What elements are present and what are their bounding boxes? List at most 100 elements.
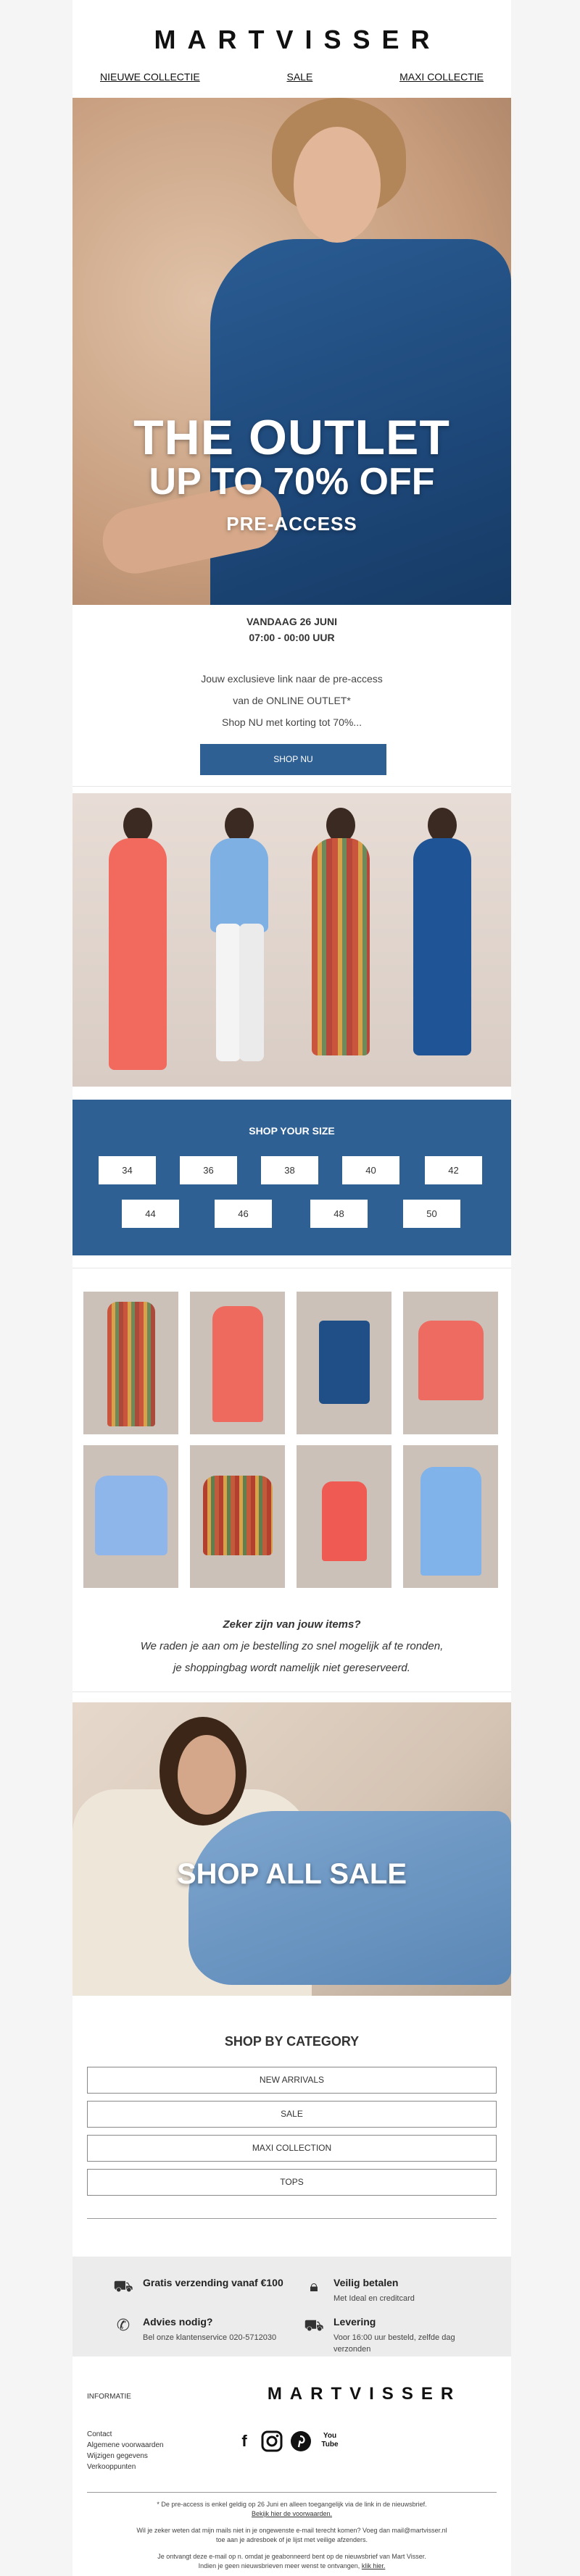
model-outfit (312, 838, 370, 1055)
shop-all-sale-label: SHOP ALL SALE (176, 1858, 407, 1890)
product-tile[interactable] (190, 1292, 285, 1434)
product-tile[interactable] (297, 1445, 392, 1588)
hero-subtitle: UP TO 70% OFF (149, 461, 435, 503)
model-head (225, 808, 254, 842)
size-title: SHOP YOUR SIZE (249, 1125, 335, 1137)
notice-question: Zeker zijn van jouw items? (223, 1618, 361, 1631)
reservation-notice: Zeker zijn van jouw items? We raden je a… (72, 1614, 511, 1679)
category-title: SHOP BY CATEGORY (224, 2034, 360, 2049)
unsubscribe-link[interactable]: klik hier. (362, 2562, 386, 2569)
size-button-42[interactable]: 42 (425, 1156, 482, 1184)
legal-preaccess: * De pre-access is enkel geldig op 26 Ju… (157, 2501, 427, 2508)
model-blue-shirt (203, 808, 276, 1076)
notice-line: We raden je aan om je bestelling zo snel… (140, 1640, 444, 1652)
product-tile[interactable] (190, 1445, 285, 1588)
phone-icon: ✆ (116, 2316, 130, 2334)
blue-shirt-dress-product (420, 1467, 481, 1576)
footer-divider (87, 2492, 497, 2493)
intro-line: van de ONLINE OUTLET* (233, 695, 351, 706)
footer-link-terms[interactable]: Algemene voorwaarden (87, 2440, 164, 2451)
hero-title: THE OUTLET (133, 410, 450, 465)
model-outfit (413, 838, 471, 1055)
size-button-36[interactable]: 36 (180, 1156, 237, 1184)
size-button-44[interactable]: 44 (122, 1200, 179, 1228)
usp-subtitle: Voor 16:00 uur besteld, zelfde dag verzo… (334, 2333, 455, 2354)
footer-link-contact[interactable]: Contact (87, 2429, 164, 2440)
product-tile[interactable] (403, 1445, 498, 1588)
product-tile[interactable] (83, 1445, 178, 1588)
model-head (428, 808, 457, 842)
top-nav: NIEUWE COLLECTIE SALE MAXI COLLECTIE (72, 71, 511, 88)
model-face (178, 1735, 236, 1815)
delivery-icon: ⛟ (304, 2316, 324, 2334)
model-blue-dress (406, 808, 478, 1076)
size-button-38[interactable]: 38 (261, 1156, 318, 1184)
size-button-50[interactable]: 50 (403, 1200, 460, 1228)
category-maxi-collection[interactable]: MAXI COLLECTION (87, 2135, 497, 2162)
legal-safe-sender-2: toe aan je adresboek of je lijst met vei… (215, 2536, 368, 2543)
footer-label: INFORMATIE (87, 2393, 131, 2401)
red-top-product (321, 1481, 367, 1561)
footer-link-stores[interactable]: Verkooppunten (87, 2462, 164, 2472)
usp-title: Levering (334, 2316, 376, 2328)
nav-sale[interactable]: SALE (286, 71, 312, 88)
event-date: VANDAAG 26 JUNI (246, 616, 337, 627)
product-tile[interactable] (297, 1292, 392, 1434)
truck-icon: ⛟ (113, 2277, 133, 2295)
youtube-icon[interactable]: You Tube (318, 2429, 342, 2454)
hero-tag: PRE-ACCESS (226, 513, 357, 535)
model-striped-dress (304, 808, 377, 1076)
divider (87, 2218, 497, 2219)
divider (72, 1691, 511, 1692)
usp-title: Gratis verzending vanaf €100 (143, 2277, 283, 2288)
event-intro: Jouw exclusieve link naar de pre-access … (72, 668, 511, 733)
blue-blouse-product (94, 1476, 167, 1555)
intro-line: Shop NU met korting tot 70%... (222, 716, 362, 728)
nav-maxi-collection[interactable]: MAXI COLLECTIE (399, 71, 484, 88)
model-leg (216, 924, 241, 1061)
terms-link[interactable]: Bekijk hier de voorwaarden. (252, 2510, 332, 2517)
footer-links: Contact Algemene voorwaarden Wijzigen ge… (87, 2429, 164, 2472)
footer-link-edit-details[interactable]: Wijzigen gegevens (87, 2451, 164, 2462)
divider (72, 786, 511, 787)
lock-icon: 🔒︎ (310, 2277, 318, 2295)
product-tile[interactable] (403, 1292, 498, 1434)
event-date-block: VANDAAG 26 JUNI 07:00 - 00:00 UUR (72, 616, 511, 643)
size-button-40[interactable]: 40 (342, 1156, 399, 1184)
instagram-icon[interactable] (260, 2429, 284, 2454)
striped-blouse-product (202, 1476, 273, 1555)
facebook-icon[interactable]: f (233, 2429, 255, 2454)
email-container: MARTVISSER NIEUWE COLLECTIE SALE MAXI CO… (72, 0, 511, 2576)
footer: INFORMATIE MARTVISSER Contact Algemene v… (72, 2357, 511, 2576)
category-new-arrivals[interactable]: NEW ARRIVALS (87, 2067, 497, 2094)
size-selector: SHOP YOUR SIZE 34 36 38 40 42 44 46 48 5… (72, 1100, 511, 1255)
nav-new-collection[interactable]: NIEUWE COLLECTIE (100, 71, 200, 88)
coral-top-product (418, 1321, 484, 1400)
category-sale[interactable]: SALE (87, 2101, 497, 2128)
pinterest-icon[interactable] (289, 2429, 313, 2454)
usp-title: Veilig betalen (334, 2277, 399, 2288)
usp-subtitle: Bel onze klantenservice 020-5712030 (143, 2333, 277, 2342)
usp-bar: ⛟ Gratis verzending vanaf €100 🔒︎ Veilig… (72, 2257, 511, 2357)
category-tops[interactable]: TOPS (87, 2169, 497, 2196)
hero-banner[interactable]: THE OUTLET UP TO 70% OFF PRE-ACCESS (72, 98, 511, 605)
unsubscribe-text: Indien je geen nieuwsbrieven meer wenst … (198, 2562, 360, 2569)
legal-terms: Bekijk hier de voorwaarden. (72, 2509, 511, 2519)
shop-now-button[interactable]: SHOP NU (200, 744, 386, 775)
size-button-46[interactable]: 46 (215, 1200, 272, 1228)
striped-dress-product (107, 1302, 155, 1426)
legal-unsubscribe: Indien je geen nieuwsbrieven meer wenst … (72, 2562, 511, 2571)
model-head (326, 808, 355, 842)
usp-subtitle: Met Ideal en creditcard (334, 2294, 415, 2303)
model-head (123, 808, 152, 842)
brand-logo[interactable]: MARTVISSER (72, 25, 511, 61)
product-tile[interactable] (83, 1292, 178, 1434)
event-time: 07:00 - 00:00 UUR (249, 632, 335, 643)
legal-safe-sender: Wil je zeker weten dat mijn mails niet i… (136, 2527, 447, 2534)
size-button-48[interactable]: 48 (310, 1200, 368, 1228)
size-button-34[interactable]: 34 (99, 1156, 156, 1184)
model-denim-outfit (188, 1811, 511, 1985)
shop-all-sale-banner[interactable]: SHOP ALL SALE (72, 1702, 511, 1996)
models-photo[interactable] (72, 793, 511, 1087)
footer-logo[interactable]: MARTVISSER (218, 2384, 511, 2404)
